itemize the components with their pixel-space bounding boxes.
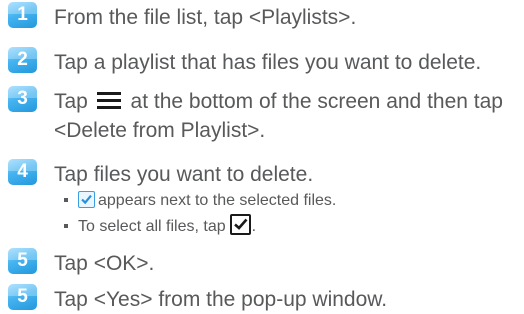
step-text: Tap at the bottom of the screen and then… [54,87,503,145]
step-text: From the file list, tap <Playlists>. [54,6,357,29]
select-all-checkbox-icon [229,214,251,236]
step-text: Tap <OK>. [54,252,155,275]
step-text: Tap files you want to delete. [54,163,314,186]
step-number-badge: 3 [8,86,37,112]
step-number-badge: 5 [8,284,37,310]
step-text: Tap <Yes> from the pop-up window. [54,288,388,311]
step-number-badge: 4 [8,159,37,185]
step-number-badge: 2 [8,47,37,73]
bullet [64,223,68,228]
sub-item-text: appears next to the selected files. [98,192,337,209]
sub-item-text-after: . [251,218,257,235]
bullet [64,197,68,202]
step-number-badge: 1 [8,2,37,28]
step-text-before: Tap [54,90,88,113]
step-text-after: at the bottom of the screen and then tap [130,90,503,113]
sub-item-2: To select all files, tap. [64,214,257,238]
step-number-badge: 5 [8,248,37,274]
sub-item-1: appears next to the selected files. [64,190,336,212]
checkbox-checked-icon [78,190,95,208]
step-text: Tap a playlist that has files you want t… [54,51,482,74]
menu-icon [96,91,121,110]
sub-item-text: To select all files, tap [78,218,226,235]
step-text-line2: <Delete from Playlist>. [54,119,266,142]
